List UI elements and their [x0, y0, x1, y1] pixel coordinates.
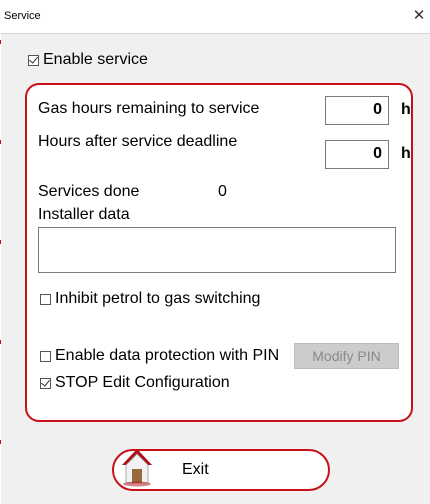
enable-service-checkbox[interactable]: Enable service	[28, 51, 148, 69]
data-protection-checkbox-box[interactable]	[40, 350, 51, 362]
stop-edit-checkbox-box[interactable]	[40, 377, 51, 389]
services-done-label: Services done	[38, 183, 140, 200]
gas-hours-label: Gas hours remaining to service	[38, 100, 260, 117]
inhibit-switching-checkbox[interactable]: Inhibit petrol to gas switching	[40, 290, 260, 308]
inhibit-switching-checkbox-box[interactable]	[40, 293, 51, 305]
installer-data-label: Installer data	[38, 206, 130, 223]
close-icon[interactable]: ✕	[408, 5, 430, 27]
stop-edit-label: STOP Edit Configuration	[55, 374, 230, 391]
hours-after-deadline-label: Hours after service deadline	[38, 133, 238, 150]
enable-service-label: Enable service	[43, 51, 148, 68]
title-bar: Service ✕	[1, 0, 430, 34]
gas-hours-unit: h	[401, 101, 411, 118]
hours-after-deadline-input[interactable]: 0	[325, 140, 389, 169]
hours-after-deadline-unit: h	[401, 145, 411, 162]
window-left-edge	[0, 0, 1, 504]
house-icon	[122, 449, 152, 487]
exit-button[interactable]: Exit	[112, 449, 330, 491]
window-title: Service	[4, 10, 41, 22]
enable-service-checkbox-box[interactable]	[28, 54, 39, 66]
data-protection-checkbox[interactable]: Enable data protection with PIN	[40, 347, 279, 365]
stop-edit-checkbox[interactable]: STOP Edit Configuration	[40, 374, 230, 392]
installer-data-field[interactable]	[38, 227, 396, 273]
inhibit-switching-label: Inhibit petrol to gas switching	[55, 290, 261, 307]
data-protection-label: Enable data protection with PIN	[55, 347, 280, 364]
data-protection-clip: Enable data protection with PIN	[40, 345, 291, 367]
exit-label: Exit	[182, 461, 209, 478]
modify-pin-button[interactable]: Modify PIN	[294, 343, 399, 369]
services-done-value: 0	[218, 183, 227, 200]
gas-hours-input[interactable]: 0	[325, 96, 389, 125]
